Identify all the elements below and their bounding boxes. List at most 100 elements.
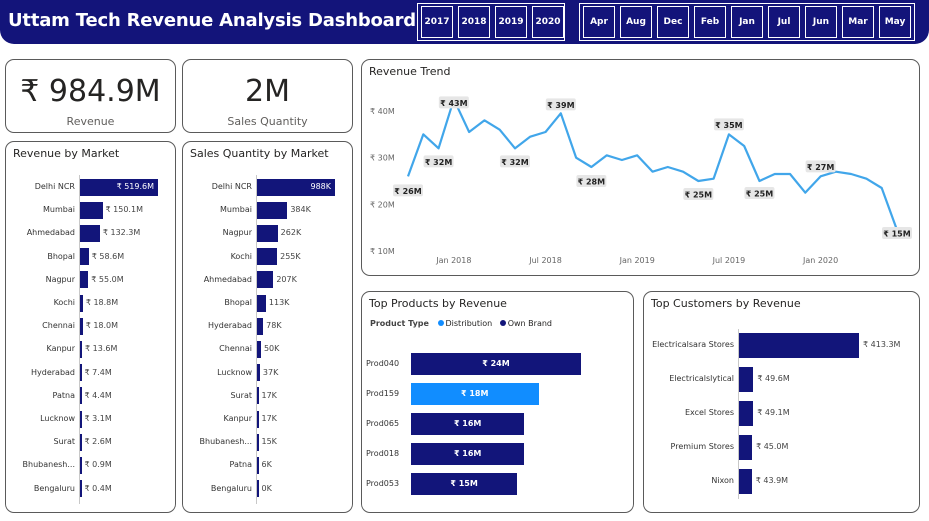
quantity-market-bar[interactable]	[257, 387, 259, 405]
y-tick-label: ₹ 40M	[370, 107, 395, 116]
month-button-jul[interactable]: Jul	[768, 6, 800, 38]
quantity-market-bar[interactable]	[257, 271, 274, 289]
month-button-feb[interactable]: Feb	[694, 6, 726, 38]
revenue-market-value: ₹ 0.9M	[84, 460, 112, 470]
revenue-market-label: Surat	[53, 437, 75, 447]
revenue-market-value: ₹ 519.6M	[116, 182, 154, 191]
quantity-market-label: Ahmedabad	[203, 274, 252, 284]
quantity-market-value: 50K	[263, 344, 280, 354]
quantity-market-bar[interactable]	[257, 317, 264, 335]
x-tick-label: Jan 2019	[619, 256, 655, 265]
year-button-2020[interactable]: 2020	[532, 6, 564, 38]
revenue-market-bar[interactable]	[80, 248, 89, 266]
customer-label: Premium Stores	[670, 442, 734, 451]
customer-bar[interactable]	[739, 434, 753, 460]
legend-item-distribution[interactable]: Distribution	[446, 319, 493, 328]
x-tick-label: Jul 2018	[528, 256, 562, 265]
quantity-market-bar[interactable]	[257, 248, 278, 266]
revenue-market-value: ₹ 18.0M	[85, 321, 119, 331]
quantity-market-value: 255K	[280, 251, 301, 261]
month-button-aug[interactable]: Aug	[620, 6, 652, 38]
legend-item-own-brand[interactable]: Own Brand	[508, 319, 552, 328]
quantity-market-label: Bhopal	[224, 298, 252, 307]
revenue-kpi-card: ₹ 984.9M Revenue	[5, 59, 176, 133]
revenue-market-bar[interactable]	[80, 433, 82, 451]
customer-bar[interactable]	[739, 332, 859, 358]
product-label: Prod018	[366, 449, 400, 458]
own-brand-legend-dot	[499, 320, 506, 326]
sales-quantity-kpi-label: Sales Quantity	[227, 115, 308, 128]
product-value: ₹ 18M	[461, 389, 489, 398]
quantity-market-label: Hyderabad	[208, 321, 252, 331]
revenue-market-label: Kanpur	[46, 344, 75, 354]
customer-value: ₹ 413.3M	[863, 340, 901, 349]
customer-bar[interactable]	[739, 468, 752, 494]
revenue-market-bar[interactable]	[80, 224, 100, 242]
top-customers-chart: Top Customers by Revenue Electricalsara …	[643, 291, 920, 513]
revenue-market-label: Kochi	[53, 298, 75, 307]
revenue-market-bar[interactable]	[80, 340, 83, 358]
top-products-chart: Top Products by Revenue Product Type Dis…	[361, 291, 634, 513]
customer-value: ₹ 49.1M	[757, 408, 790, 417]
customer-label: Electricalsara Stores	[652, 340, 734, 349]
distribution-legend-dot	[437, 320, 444, 326]
revenue-market-bar[interactable]	[80, 480, 82, 498]
revenue-market-bar[interactable]	[80, 294, 83, 312]
month-slicer: Apr Aug Dec Feb Jan Jul Jun Mar May	[579, 3, 915, 41]
customer-value: ₹ 43.9M	[755, 476, 789, 485]
revenue-market-value: ₹ 55.0M	[91, 274, 124, 284]
quantity-market-bar[interactable]	[257, 224, 278, 242]
year-button-2019[interactable]: 2019	[495, 6, 527, 38]
revenue-market-bar[interactable]	[80, 271, 89, 289]
quantity-market-value: 0K	[261, 483, 272, 493]
revenue-trend-chart: Revenue Trend ₹ 10M ₹ 20M ₹ 30M ₹ 40M Jan 20…	[361, 59, 920, 276]
quantity-market-bar[interactable]	[257, 410, 259, 428]
revenue-market-label: Lucknow	[40, 414, 75, 423]
month-button-dec[interactable]: Dec	[657, 6, 689, 38]
revenue-market-bar[interactable]	[80, 364, 82, 382]
revenue-market-label: Hyderabad	[31, 367, 75, 377]
year-button-2018[interactable]: 2018	[458, 6, 490, 38]
quantity-market-label: Patna	[229, 460, 252, 470]
quantity-market-value: 6K	[261, 460, 272, 470]
revenue-market-bar[interactable]	[80, 410, 82, 428]
year-slicer: 2017 2018 2019 2020	[417, 3, 565, 41]
revenue-market-bar[interactable]	[80, 317, 83, 335]
customer-label: Excel Stores	[684, 408, 734, 417]
product-type-legend: Product Type Distribution Own Brand	[370, 319, 552, 328]
quantity-market-bar[interactable]	[257, 364, 260, 382]
revenue-market-bar[interactable]	[80, 201, 103, 219]
revenue-market-label: Patna	[52, 390, 75, 400]
quantity-market-bar[interactable]	[257, 340, 261, 358]
year-button-2017[interactable]: 2017	[421, 6, 453, 38]
quantity-market-bar[interactable]	[257, 294, 266, 312]
legend-title: Product Type	[370, 319, 429, 328]
quantity-market-bar[interactable]	[257, 433, 259, 451]
month-button-may[interactable]: May	[879, 6, 911, 38]
month-button-mar[interactable]: Mar	[842, 6, 874, 38]
revenue-market-value: ₹ 13.6M	[85, 344, 118, 354]
x-tick-label: Jan 2018	[435, 256, 471, 265]
sales-quantity-kpi-value: 2M	[245, 74, 290, 109]
sales-quantity-by-market-title: Sales Quantity by Market	[190, 147, 329, 160]
month-button-apr[interactable]: Apr	[583, 6, 615, 38]
customer-label: Nixon	[711, 476, 734, 485]
revenue-data-label: ₹ 32M	[501, 158, 528, 167]
revenue-market-value: ₹ 58.6M	[91, 251, 125, 261]
product-label: Prod065	[366, 419, 400, 428]
quantity-market-bar[interactable]	[257, 201, 288, 219]
quantity-market-label: Kanpur	[223, 414, 252, 423]
month-button-jan[interactable]: Jan	[731, 6, 763, 38]
month-button-jun[interactable]: Jun	[805, 6, 837, 38]
customer-bar[interactable]	[739, 400, 754, 426]
revenue-market-bar[interactable]	[80, 387, 82, 405]
quantity-market-bar[interactable]	[257, 480, 259, 498]
revenue-market-value: ₹ 18.8M	[85, 298, 119, 307]
quantity-market-value: 15K	[261, 437, 277, 447]
x-tick-label: Jul 2019	[712, 256, 746, 265]
revenue-market-label: Chennai	[42, 321, 75, 331]
revenue-market-bar[interactable]	[80, 456, 82, 474]
customer-bar[interactable]	[739, 366, 754, 392]
revenue-market-value: ₹ 150.1M	[105, 205, 143, 215]
quantity-market-bar[interactable]	[257, 456, 259, 474]
